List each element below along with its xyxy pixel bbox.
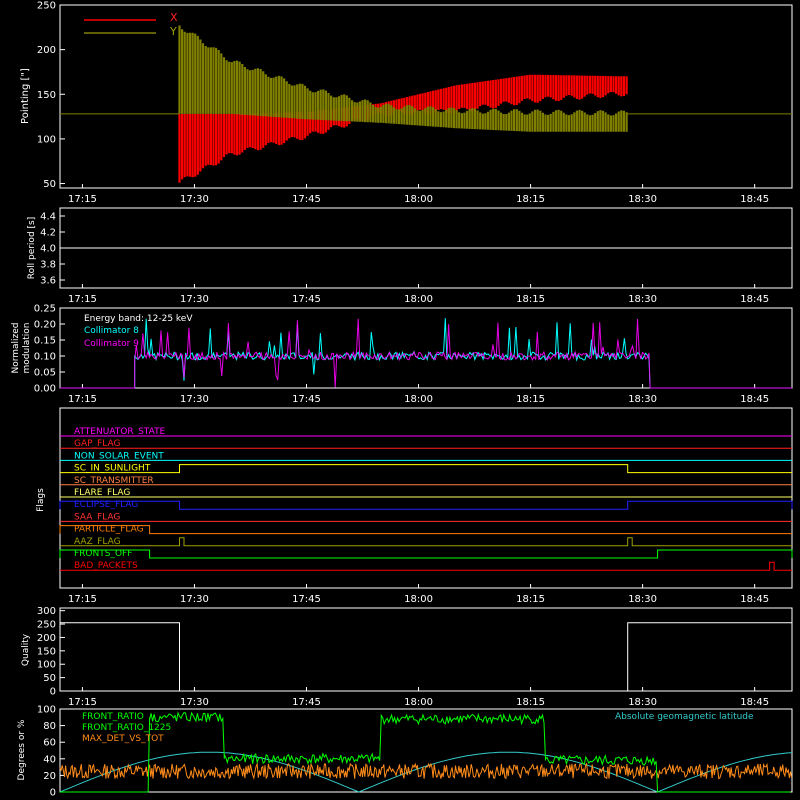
ytick-label: 0.10 <box>34 352 56 363</box>
xtick-label: 17:30 <box>180 697 209 708</box>
ytick-label: 250 <box>37 620 56 631</box>
ratios-ylabel: Degrees or % <box>17 719 27 780</box>
xtick-label: 17:30 <box>180 594 209 605</box>
xtick-label: 18:30 <box>628 394 657 405</box>
ytick-label: 0.25 <box>34 304 56 315</box>
ytick-label: 20 <box>43 771 56 782</box>
xtick-label: 18:15 <box>516 294 545 305</box>
xtick-label: 17:15 <box>68 394 97 405</box>
rhessi-quicklook-plot: Pointing ["] 50100150200250 17:15 17:30 17… <box>0 0 800 800</box>
xtick-label: 17:30 <box>180 394 209 405</box>
legend-x-label: X <box>170 11 178 24</box>
legend-collimator8: Collimator 8 <box>84 326 139 336</box>
xtick-label: 17:45 <box>292 294 321 305</box>
xtick-label: 18:30 <box>628 594 657 605</box>
xtick-label: 17:45 <box>292 194 321 205</box>
xtick-label: 17:45 <box>292 394 321 405</box>
ytick-label: 150 <box>37 90 56 101</box>
xtick-label: 18:30 <box>628 697 657 708</box>
ytick-label: 80 <box>43 721 56 732</box>
xtick-label: 18:15 <box>516 194 545 205</box>
ytick-label: 150 <box>37 646 56 657</box>
legend-y-label: Y <box>169 25 177 38</box>
pointing-ylabel: Pointing ["] <box>20 68 31 124</box>
ytick-label: 60 <box>43 738 56 749</box>
ytick-label: 50 <box>43 673 56 684</box>
latitude-annotation: Absolute geomagnetic latitude <box>615 712 754 722</box>
ytick-label: 0.15 <box>34 336 56 347</box>
modulation-annotation: Energy band: 12-25 keV <box>84 314 193 324</box>
xtick-label: 17:15 <box>68 194 97 205</box>
xtick-label: 17:30 <box>180 194 209 205</box>
ytick-label: 40 <box>43 754 56 765</box>
xtick-label: 18:45 <box>740 394 769 405</box>
xtick-label: 17:30 <box>180 294 209 305</box>
xtick-label: 17:15 <box>68 294 97 305</box>
ytick-label: 100 <box>37 705 56 716</box>
flags-ylabel: Flags <box>36 488 46 512</box>
quality-ylabel: Quality <box>21 633 31 666</box>
xtick-label: 18:00 <box>404 594 433 605</box>
xtick-label: 18:15 <box>516 594 545 605</box>
xtick-label: 18:45 <box>740 697 769 708</box>
legend-front-ratio: FRONT_RATIO <box>82 712 144 722</box>
xtick-label: 18:15 <box>516 697 545 708</box>
ytick-label: 0 <box>50 687 56 698</box>
ytick-label: 100 <box>37 134 56 145</box>
xtick-label: 18:00 <box>404 697 433 708</box>
legend-front-ratio-1225: FRONT_RATIO_1225 <box>82 723 171 733</box>
xtick-label: 18:00 <box>404 394 433 405</box>
ytick-label: 0.20 <box>34 320 56 331</box>
ytick-label: 4.2 <box>40 228 56 239</box>
xtick-label: 18:45 <box>740 194 769 205</box>
xtick-label: 17:15 <box>68 697 97 708</box>
xtick-label: 17:45 <box>292 697 321 708</box>
roll-period-ylabel: Roll period [s] <box>27 217 37 279</box>
ytick-label: 0.00 <box>34 384 56 395</box>
ytick-label: 300 <box>37 606 56 617</box>
ytick-label: 4.0 <box>40 244 56 255</box>
xtick-label: 18:00 <box>404 194 433 205</box>
ytick-label: 100 <box>37 660 56 671</box>
ytick-label: 3.6 <box>40 276 56 287</box>
legend-collimator9: Collimator 9 <box>84 339 139 349</box>
ytick-label: 3.8 <box>40 260 56 271</box>
ytick-label: 0 <box>50 788 56 799</box>
ytick-label: 200 <box>37 633 56 644</box>
xtick-label: 18:30 <box>628 294 657 305</box>
xtick-label: 18:45 <box>740 294 769 305</box>
xtick-label: 18:45 <box>740 594 769 605</box>
ytick-label: 0.05 <box>34 368 56 379</box>
xtick-label: 18:15 <box>516 394 545 405</box>
ytick-label: 4.4 <box>40 212 56 223</box>
modulation-ylabel-2: modulation <box>22 323 32 374</box>
xtick-label: 18:00 <box>404 294 433 305</box>
ytick-label: 250 <box>37 1 56 12</box>
xtick-label: 18:30 <box>628 194 657 205</box>
ytick-label: 50 <box>43 179 56 190</box>
xtick-label: 17:45 <box>292 594 321 605</box>
legend-max-det: MAX_DET_VS_TOT <box>82 734 164 744</box>
modulation-ylabel-1: Normalized <box>11 322 21 373</box>
xtick-label: 17:15 <box>68 594 97 605</box>
ytick-label: 200 <box>37 45 56 56</box>
